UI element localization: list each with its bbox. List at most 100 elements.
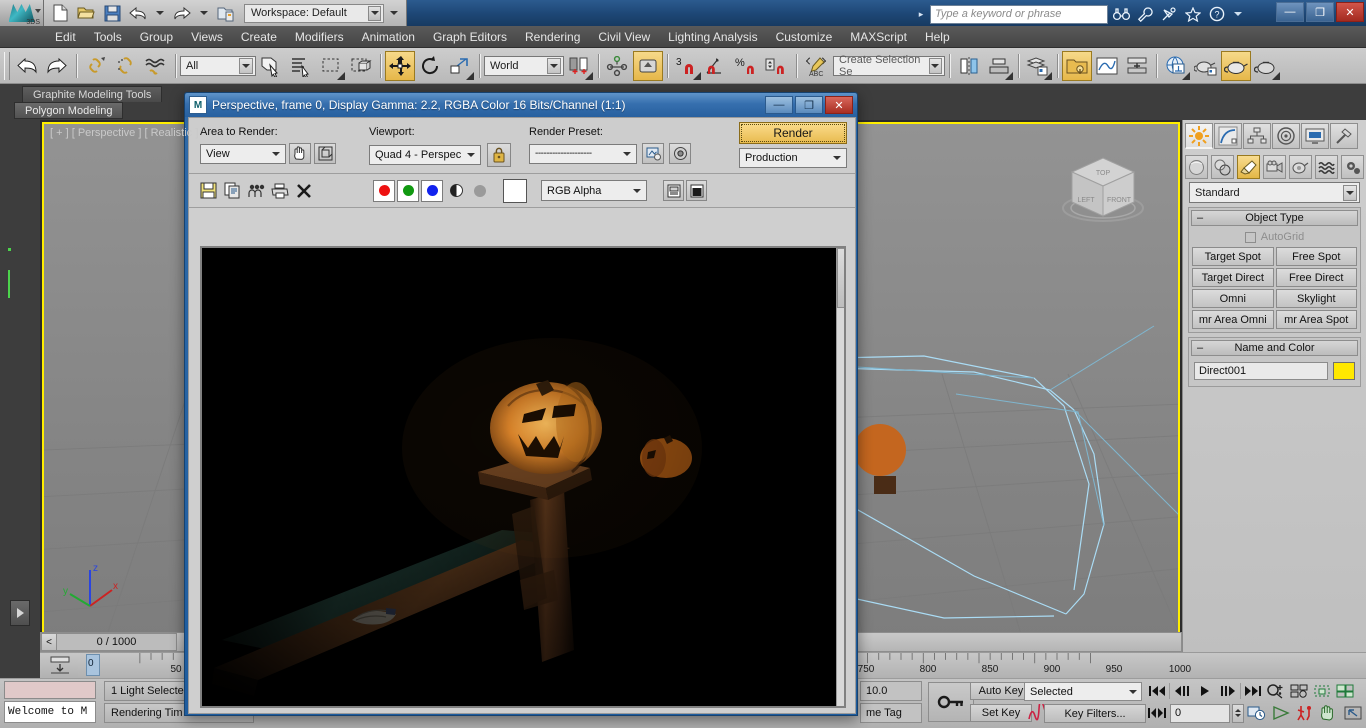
menu-item-graph-editors[interactable]: Graph Editors bbox=[424, 28, 516, 46]
search-input[interactable]: Type a keyword or phrase bbox=[930, 4, 1108, 24]
menu-item-help[interactable]: Help bbox=[916, 28, 959, 46]
lights-category-button[interactable] bbox=[1237, 155, 1260, 179]
free-spot-button[interactable]: Free Spot bbox=[1275, 247, 1357, 266]
scene-explorer-button[interactable] bbox=[1062, 50, 1092, 81]
maximize-viewport-toggle-button[interactable] bbox=[1342, 703, 1364, 723]
menu-item-maxscript[interactable]: MAXScript bbox=[841, 28, 916, 46]
hierarchy-tab[interactable] bbox=[1243, 123, 1271, 149]
select-and-move-button[interactable] bbox=[385, 50, 415, 81]
area-to-render-combo[interactable]: View bbox=[200, 143, 286, 164]
rendered-image-canvas[interactable] bbox=[200, 246, 846, 708]
auto-key-button[interactable]: Auto Key bbox=[970, 682, 1032, 700]
bind-to-space-warp-button[interactable] bbox=[141, 51, 171, 81]
field-of-view-button[interactable] bbox=[1270, 703, 1292, 723]
reference-coordinate-combo[interactable]: World bbox=[484, 55, 564, 76]
image-vertical-scrollbar[interactable] bbox=[836, 248, 844, 706]
environment-and-effects-button[interactable] bbox=[669, 143, 691, 164]
set-key-button[interactable]: Set Key bbox=[970, 704, 1032, 722]
curve-editor-button[interactable] bbox=[1092, 51, 1122, 81]
redo-dropdown[interactable] bbox=[196, 2, 212, 24]
space-warps-category-button[interactable] bbox=[1315, 155, 1338, 179]
tab-polygon-modeling[interactable]: Polygon Modeling bbox=[14, 102, 124, 119]
snaps-toggle-button[interactable]: 3 bbox=[672, 51, 702, 81]
material-explorer-button[interactable] bbox=[1161, 51, 1191, 81]
object-type-header[interactable]: – Object Type bbox=[1191, 210, 1358, 226]
name-and-color-header[interactable]: – Name and Color bbox=[1191, 340, 1358, 356]
material-editor-button[interactable] bbox=[1191, 51, 1221, 81]
chevron-left-icon[interactable]: ▸ bbox=[914, 4, 928, 24]
rendered-frame-window[interactable]: M Perspective, frame 0, Display Gamma: 2… bbox=[184, 92, 858, 716]
zoom-button[interactable] bbox=[1265, 681, 1287, 701]
zoom-extents-button[interactable] bbox=[1311, 681, 1333, 701]
alpha-channel-toggle[interactable] bbox=[445, 180, 467, 202]
target-direct-button[interactable]: Target Direct bbox=[1192, 268, 1274, 287]
window-crossing-toggle-button[interactable] bbox=[346, 51, 376, 81]
rectangular-selection-region-button[interactable] bbox=[316, 51, 346, 81]
render-setup-button[interactable] bbox=[1221, 50, 1251, 81]
zoom-extents-all-button[interactable] bbox=[1334, 681, 1356, 701]
play-animation-button[interactable] bbox=[1194, 681, 1216, 701]
object-name-input[interactable]: Direct001 bbox=[1194, 362, 1328, 380]
autogrid-checkbox[interactable] bbox=[1244, 231, 1256, 243]
autogrid-row[interactable]: AutoGrid bbox=[1189, 228, 1360, 244]
lock-viewport-button[interactable] bbox=[487, 143, 511, 167]
print-image-button[interactable] bbox=[269, 180, 291, 202]
mr-area-omni-button[interactable]: mr Area Omni bbox=[1192, 310, 1274, 329]
named-selection-set-combo[interactable]: Create Selection Se bbox=[833, 54, 945, 78]
time-tag-display[interactable]: me Tag bbox=[860, 703, 922, 723]
unlink-selection-button[interactable] bbox=[111, 51, 141, 81]
selection-lock-toggle[interactable] bbox=[928, 682, 974, 722]
pan-view-button[interactable] bbox=[1318, 703, 1340, 723]
cameras-category-button[interactable] bbox=[1263, 155, 1286, 179]
key-mode-combo[interactable]: Selected bbox=[1024, 682, 1142, 701]
edit-named-selection-sets-button[interactable]: ABC bbox=[801, 51, 831, 81]
previous-frame-small-button[interactable]: < bbox=[41, 633, 57, 651]
render-window-maximize-button[interactable]: ❐ bbox=[795, 96, 823, 114]
viewcube[interactable]: TOP LEFT FRONT bbox=[1048, 146, 1158, 238]
menu-item-edit[interactable]: Edit bbox=[46, 28, 85, 46]
key-step-toggle-button[interactable] bbox=[1146, 703, 1168, 723]
selection-filter-combo[interactable]: All bbox=[180, 55, 256, 76]
viewport-label[interactable]: [ + ] [ Perspective ] [ Realistic ] bbox=[50, 127, 198, 139]
go-to-end-button[interactable] bbox=[1242, 681, 1264, 701]
align-button[interactable] bbox=[984, 51, 1014, 81]
key-filters-button[interactable]: Key Filters... bbox=[1044, 704, 1146, 723]
clear-image-button[interactable] bbox=[293, 180, 315, 202]
percent-snap-toggle-button[interactable]: % bbox=[732, 51, 762, 81]
monochrome-toggle[interactable] bbox=[469, 180, 491, 202]
monochrome-display-button[interactable] bbox=[686, 180, 707, 201]
object-color-swatch[interactable] bbox=[1333, 362, 1355, 380]
menu-item-views[interactable]: Views bbox=[182, 28, 232, 46]
select-and-link-button[interactable] bbox=[81, 51, 111, 81]
render-mode-combo[interactable]: Production bbox=[739, 148, 847, 168]
select-and-manipulate-button[interactable] bbox=[633, 50, 663, 81]
info-center-dropdown[interactable] bbox=[1230, 3, 1246, 25]
copy-image-button[interactable] bbox=[221, 180, 243, 202]
render-window-title-bar[interactable]: M Perspective, frame 0, Display Gamma: 2… bbox=[185, 93, 857, 117]
render-button[interactable]: Render bbox=[739, 122, 847, 144]
skylight-button[interactable]: Skylight bbox=[1275, 289, 1357, 308]
walk-through-button[interactable] bbox=[1294, 703, 1316, 723]
shapes-category-button[interactable] bbox=[1211, 155, 1234, 179]
menu-item-civil-view[interactable]: Civil View bbox=[589, 28, 659, 46]
wrench-icon[interactable] bbox=[1134, 4, 1156, 24]
toolbar-grip[interactable] bbox=[4, 51, 10, 80]
render-window-close-button[interactable]: ✕ bbox=[825, 96, 853, 114]
set-project-folder-button[interactable] bbox=[214, 2, 238, 24]
save-file-button[interactable] bbox=[100, 2, 124, 24]
menu-item-customize[interactable]: Customize bbox=[767, 28, 842, 46]
search-binoculars-icon[interactable] bbox=[1110, 4, 1132, 24]
current-frame-spinner[interactable]: 0 bbox=[1170, 703, 1230, 723]
use-selection-center-button[interactable] bbox=[603, 51, 633, 81]
undo-button[interactable] bbox=[126, 2, 150, 24]
satellite-icon[interactable] bbox=[1158, 4, 1180, 24]
free-direct-button[interactable]: Free Direct bbox=[1275, 268, 1357, 287]
tab-graphite-modeling-tools[interactable]: Graphite Modeling Tools bbox=[22, 86, 163, 102]
auto-region-selected-button[interactable] bbox=[314, 143, 336, 164]
helpers-category-button[interactable] bbox=[1289, 155, 1312, 179]
rendered-frame-window-button[interactable] bbox=[1251, 51, 1281, 81]
menu-item-rendering[interactable]: Rendering bbox=[516, 28, 589, 46]
coordinate-display[interactable]: 10.0 bbox=[860, 681, 922, 701]
maximize-window-button[interactable]: ❐ bbox=[1306, 2, 1334, 22]
background-color-swatch[interactable] bbox=[503, 178, 527, 203]
